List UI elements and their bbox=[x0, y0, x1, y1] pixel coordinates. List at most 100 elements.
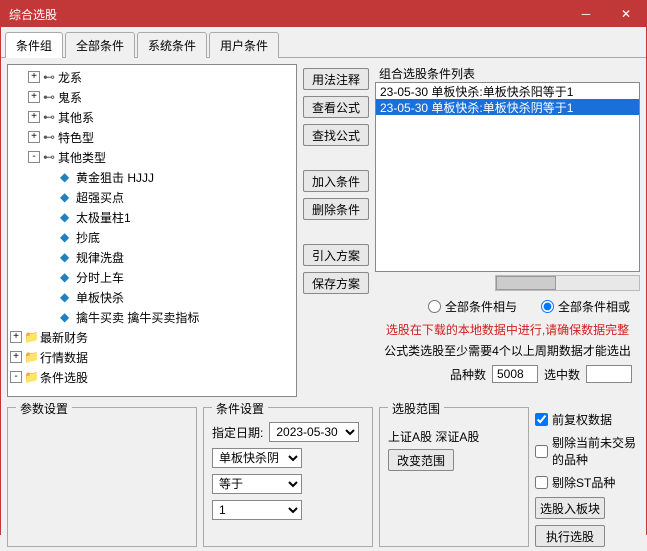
list-item[interactable]: 23-05-30 单板快杀:单板快杀阴等于1 bbox=[376, 99, 639, 115]
warning-text: 选股在下载的本地数据中进行,请确保数据完整 bbox=[375, 319, 640, 340]
tab-2[interactable]: 系统条件 bbox=[137, 32, 207, 58]
run-select-button[interactable]: 执行选股 bbox=[535, 525, 605, 547]
tree-node[interactable]: ◆擒牛买卖 擒牛买卖指标 bbox=[10, 307, 294, 327]
tree-node[interactable]: +⊷龙系 bbox=[10, 67, 294, 87]
scope-group: 选股范围 上证A股 深证A股 改变范围 bbox=[379, 407, 529, 547]
plus-icon[interactable]: + bbox=[10, 351, 22, 363]
tree-node-label: 条件选股 bbox=[38, 369, 88, 386]
tree-node[interactable]: ◆抄底 bbox=[10, 227, 294, 247]
tab-0[interactable]: 条件组 bbox=[5, 32, 63, 58]
diamond-icon: ◆ bbox=[60, 250, 74, 264]
tree-node-label: 最新财务 bbox=[38, 329, 88, 346]
tree-node[interactable]: ◆单板快杀 bbox=[10, 287, 294, 307]
tree-node[interactable]: ◆黄金狙击 HJJJ bbox=[10, 167, 294, 187]
radio-and[interactable]: 全部条件相与 bbox=[428, 298, 517, 315]
condition-tree[interactable]: +⊷龙系+⊷鬼系+⊷其他系+⊷特色型-⊷其他类型◆黄金狙击 HJJJ◆超强买点◆… bbox=[7, 64, 297, 397]
date-label: 指定日期: bbox=[212, 424, 263, 441]
minus-icon[interactable]: - bbox=[28, 151, 40, 163]
diamond-icon: ◆ bbox=[60, 270, 74, 284]
op-select[interactable]: 等于 bbox=[212, 474, 302, 494]
tree-node[interactable]: +⊷鬼系 bbox=[10, 87, 294, 107]
value-select[interactable]: 1 bbox=[212, 500, 302, 520]
folder-icon: 📁 bbox=[24, 330, 38, 344]
horizontal-scrollbar[interactable] bbox=[495, 275, 640, 291]
plus-icon[interactable]: + bbox=[28, 91, 40, 103]
condition-group: 条件设置 指定日期: 2023-05-30 单板快杀阴 等于 1 bbox=[203, 407, 373, 547]
link-icon: ⊷ bbox=[42, 90, 56, 104]
add-condition-button[interactable]: 加入条件 bbox=[303, 170, 369, 192]
minus-icon[interactable]: - bbox=[10, 371, 22, 383]
param-group-title: 参数设置 bbox=[16, 400, 72, 417]
selected-count-value bbox=[586, 365, 632, 383]
link-icon: ⊷ bbox=[42, 130, 56, 144]
tree-node-label: 黄金狙击 HJJJ bbox=[74, 169, 154, 186]
tree-node[interactable]: +📁最新财务 bbox=[10, 327, 294, 347]
tree-node-label: 分时上车 bbox=[74, 269, 124, 286]
logic-radio-group: 全部条件相与 全部条件相或 bbox=[375, 292, 640, 319]
link-icon: ⊷ bbox=[42, 70, 56, 84]
tree-node-label: 单板快杀 bbox=[74, 289, 124, 306]
import-plan-button[interactable]: 引入方案 bbox=[303, 244, 369, 266]
tree-node-label: 超强买点 bbox=[74, 189, 124, 206]
plus-icon[interactable]: + bbox=[28, 131, 40, 143]
scope-group-title: 选股范围 bbox=[388, 400, 444, 417]
window-title: 综合选股 bbox=[9, 6, 57, 23]
tree-node[interactable]: +⊷特色型 bbox=[10, 127, 294, 147]
param-group: 参数设置 bbox=[7, 407, 197, 547]
tree-node-label: 特色型 bbox=[56, 129, 94, 146]
to-block-button[interactable]: 选股入板块 bbox=[535, 497, 605, 519]
diamond-icon: ◆ bbox=[60, 170, 74, 184]
skip-st-checkbox[interactable]: 剔除ST品种 bbox=[535, 474, 615, 491]
delete-condition-button[interactable]: 删除条件 bbox=[303, 198, 369, 220]
tree-node[interactable]: ◆分时上车 bbox=[10, 267, 294, 287]
save-plan-button[interactable]: 保存方案 bbox=[303, 272, 369, 294]
tree-node-label: 龙系 bbox=[56, 69, 82, 86]
plus-icon[interactable]: + bbox=[28, 71, 40, 83]
info-text: 公式类选股至少需要4个以上周期数据才能选出 bbox=[375, 340, 640, 361]
date-select[interactable]: 2023-05-30 bbox=[269, 422, 359, 442]
scope-text: 上证A股 深证A股 bbox=[388, 428, 479, 445]
diamond-icon: ◆ bbox=[60, 210, 74, 224]
diamond-icon: ◆ bbox=[60, 190, 74, 204]
list-item[interactable]: 23-05-30 单板快杀:单板快杀阳等于1 bbox=[376, 83, 639, 99]
variety-count-value: 5008 bbox=[492, 365, 538, 383]
link-icon: ⊷ bbox=[42, 150, 56, 164]
tree-node[interactable]: ◆规律洗盘 bbox=[10, 247, 294, 267]
tree-node[interactable]: +📁行情数据 bbox=[10, 347, 294, 367]
close-button[interactable]: ✕ bbox=[606, 1, 646, 27]
radio-or[interactable]: 全部条件相或 bbox=[541, 298, 630, 315]
tree-node-label: 规律洗盘 bbox=[74, 249, 124, 266]
tab-3[interactable]: 用户条件 bbox=[209, 32, 279, 58]
tab-strip: 条件组全部条件系统条件用户条件 bbox=[1, 27, 646, 58]
titlebar: 综合选股 ─ ✕ bbox=[1, 1, 646, 27]
usage-button[interactable]: 用法注释 bbox=[303, 68, 369, 90]
tree-node[interactable]: +⊷其他系 bbox=[10, 107, 294, 127]
tree-node[interactable]: ◆太极量柱1 bbox=[10, 207, 294, 227]
tree-node[interactable]: ◆超强买点 bbox=[10, 187, 294, 207]
find-formula-button[interactable]: 查找公式 bbox=[303, 124, 369, 146]
tree-node-label: 其他类型 bbox=[56, 149, 106, 166]
view-formula-button[interactable]: 查看公式 bbox=[303, 96, 369, 118]
tree-node-label: 太极量柱1 bbox=[74, 209, 131, 226]
tree-node[interactable]: -📁条件选股 bbox=[10, 367, 294, 387]
minimize-button[interactable]: ─ bbox=[566, 1, 606, 27]
diamond-icon: ◆ bbox=[60, 230, 74, 244]
options-panel: 前复权数据 剔除当前未交易的品种 剔除ST品种 选股入板块 执行选股 bbox=[535, 407, 640, 547]
field-select[interactable]: 单板快杀阴 bbox=[212, 448, 302, 468]
tree-node[interactable]: -⊷其他类型 bbox=[10, 147, 294, 167]
fq-checkbox[interactable]: 前复权数据 bbox=[535, 411, 612, 428]
selected-count-label: 选中数 bbox=[544, 366, 580, 383]
plus-icon[interactable]: + bbox=[10, 331, 22, 343]
tree-node-label: 鬼系 bbox=[56, 89, 82, 106]
skip-notrade-checkbox[interactable]: 剔除当前未交易的品种 bbox=[535, 434, 640, 468]
tab-1[interactable]: 全部条件 bbox=[65, 32, 135, 58]
variety-count-label: 品种数 bbox=[450, 366, 486, 383]
link-icon: ⊷ bbox=[42, 110, 56, 124]
diamond-icon: ◆ bbox=[60, 310, 74, 324]
condition-group-title: 条件设置 bbox=[212, 400, 268, 417]
change-scope-button[interactable]: 改变范围 bbox=[388, 449, 454, 471]
condition-list-label: 组合选股条件列表 bbox=[375, 64, 640, 82]
condition-list[interactable]: 23-05-30 单板快杀:单板快杀阳等于123-05-30 单板快杀:单板快杀… bbox=[375, 82, 640, 272]
plus-icon[interactable]: + bbox=[28, 111, 40, 123]
diamond-icon: ◆ bbox=[60, 290, 74, 304]
